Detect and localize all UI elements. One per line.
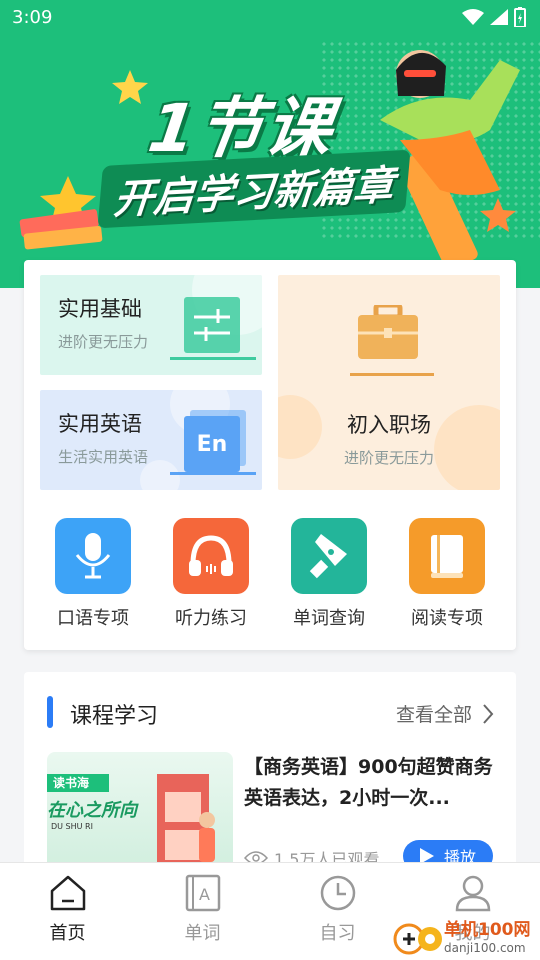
- svg-text:A: A: [199, 885, 210, 904]
- briefcase-icon: [358, 305, 418, 359]
- star-icon: [112, 70, 148, 104]
- user-icon: [455, 875, 490, 912]
- chevron-right-icon: [483, 703, 494, 724]
- quick-entry-label: 阅读专项: [411, 608, 483, 629]
- section-title: 课程学习: [70, 704, 159, 729]
- watermark-text: 单机100网 danji100.com: [444, 920, 531, 955]
- sliders-icon: [184, 297, 240, 353]
- book-icon: [409, 518, 485, 594]
- battery-icon: [514, 7, 526, 27]
- wifi-icon: [462, 9, 484, 25]
- microphone-icon: [55, 518, 131, 594]
- status-time: 3:09: [12, 7, 53, 28]
- word-card-icon: A: [185, 874, 220, 912]
- tab-label: 单词: [184, 923, 221, 944]
- view-all-label: 查看全部: [395, 704, 472, 726]
- tab-label: 自习: [319, 923, 356, 944]
- quick-entry-reading[interactable]: 阅读专项: [397, 518, 497, 630]
- watermark-icon: [393, 923, 442, 955]
- hero-banner[interactable]: 3:09 1节课 开启学习新篇章: [0, 0, 540, 288]
- quick-entry-listening[interactable]: 听力练习: [161, 518, 261, 630]
- tile-subtitle: 进阶更无压力: [343, 449, 434, 467]
- tile-subtitle: 进阶更无压力: [58, 333, 149, 351]
- course-title[interactable]: 【商务英语】900句超赞商务英语表达，2小时一次...: [244, 752, 500, 814]
- headphones-icon: [173, 518, 249, 594]
- quick-entry-label: 听力练习: [175, 608, 247, 629]
- category-card: 实用基础 进阶更无压力 实用英语 生活实用英语 En 初入职场 进阶更无压力 口…: [24, 260, 516, 650]
- pen-nib-icon: [291, 518, 367, 594]
- quick-entry-label: 单词查询: [293, 608, 365, 629]
- category-tile-workplace[interactable]: 初入职场 进阶更无压力: [278, 275, 500, 490]
- section-accent-bar: [47, 696, 53, 728]
- tile-title: 初入职场: [347, 413, 431, 437]
- tile-subtitle: 生活实用英语: [58, 448, 149, 466]
- star-icon: [480, 198, 516, 232]
- course-section: 课程学习 查看全部 读书海 在心之所向 DU SHU RI 【商务英语】900句…: [24, 672, 516, 882]
- clock-icon: [320, 875, 355, 911]
- view-all-link[interactable]: 查看全部: [396, 700, 494, 727]
- thumb-text-main: 在心之所向: [47, 800, 137, 821]
- tile-title: 实用基础: [58, 297, 142, 321]
- quick-entry-label: 口语专项: [57, 608, 129, 629]
- thumb-text-small: DU SHU RI: [51, 822, 93, 831]
- watermark-logo: 单机100网 danji100.com: [392, 918, 540, 960]
- tab-home[interactable]: 首页: [0, 863, 135, 960]
- tab-label: 首页: [49, 923, 86, 944]
- tab-self-study[interactable]: 自习: [270, 863, 405, 960]
- quick-entry-grid: 口语专项 听力练习 单词查询 阅读专项: [24, 518, 516, 630]
- thumb-text-top: 读书海: [53, 776, 90, 790]
- quick-entry-speaking[interactable]: 口语专项: [43, 518, 143, 630]
- tile-title: 实用英语: [58, 412, 142, 436]
- status-bar: 3:09: [0, 0, 540, 36]
- home-icon: [50, 875, 85, 911]
- status-icons: [462, 7, 526, 27]
- tab-words[interactable]: A 单词: [135, 863, 270, 960]
- english-icon: En: [184, 416, 240, 472]
- category-tile-practical[interactable]: 实用英语 生活实用英语 En: [40, 390, 262, 490]
- category-tile-basic[interactable]: 实用基础 进阶更无压力: [40, 275, 262, 375]
- signal-icon: [490, 9, 508, 25]
- quick-entry-word-lookup[interactable]: 单词查询: [279, 518, 379, 630]
